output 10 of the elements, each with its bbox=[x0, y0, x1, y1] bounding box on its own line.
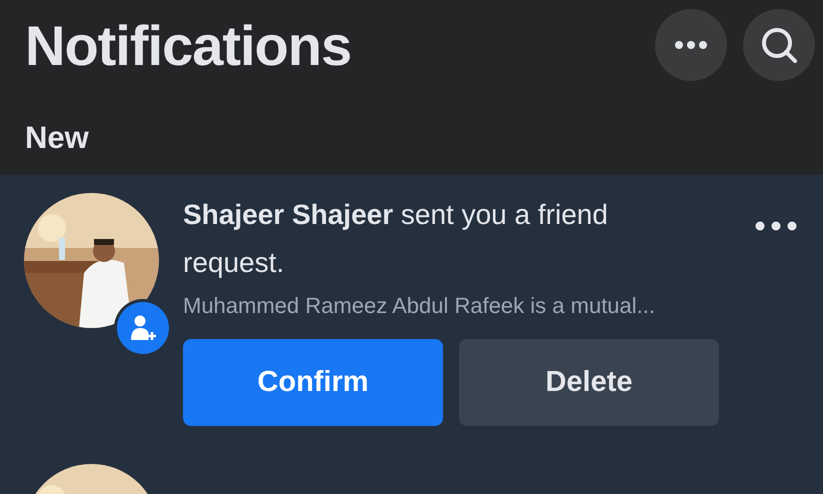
more-icon bbox=[674, 40, 708, 50]
section-heading: New bbox=[25, 120, 89, 156]
more-button[interactable] bbox=[755, 221, 797, 231]
add-friend-badge bbox=[117, 302, 169, 354]
mutual-friend-text: Muhammed Rameez Abdul Rafeek is a mutual... bbox=[183, 293, 656, 319]
confirm-button[interactable]: Confirm bbox=[183, 339, 443, 426]
delete-button[interactable]: Delete bbox=[459, 339, 719, 426]
search-icon bbox=[759, 25, 799, 65]
notification-text: Shajeer Shajeer sent you a friend request. bbox=[183, 198, 609, 280]
page-title: Notifications bbox=[25, 12, 352, 78]
